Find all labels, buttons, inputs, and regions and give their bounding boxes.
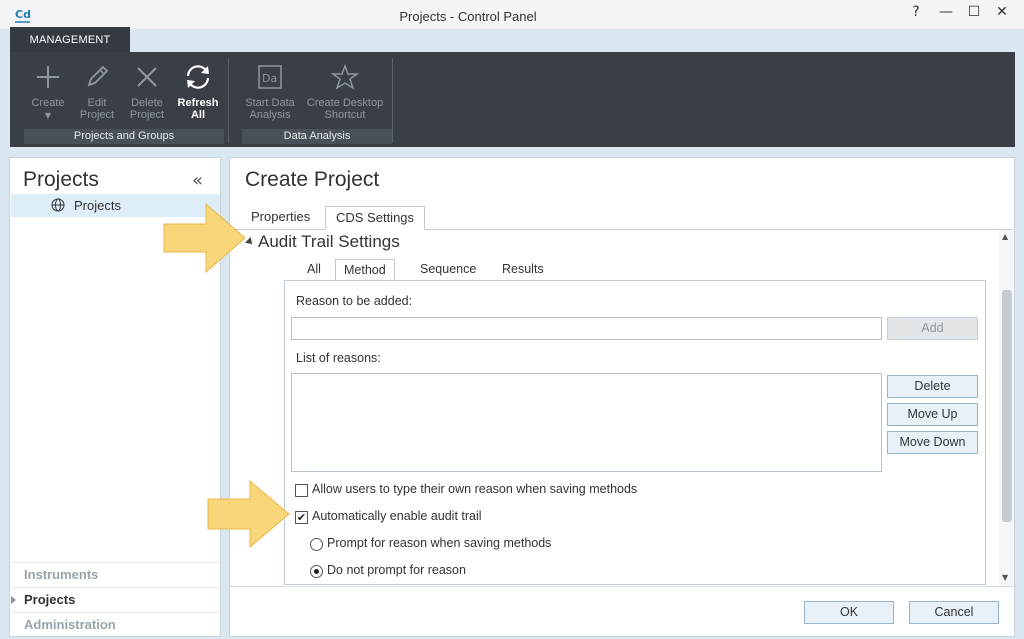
reason-input[interactable] <box>291 317 882 340</box>
content-area: Audit Trail Settings All Method Sequence… <box>230 230 1014 586</box>
group-label-projects: Projects and Groups <box>24 129 224 144</box>
list-label: List of reasons: <box>296 351 381 365</box>
reason-label: Reason to be added: <box>296 294 413 308</box>
nav-item-instruments[interactable]: Instruments <box>11 562 220 587</box>
move-up-button[interactable]: Move Up <box>887 403 978 426</box>
plus-icon <box>24 62 72 92</box>
shortcut-label-1: Create Desktop <box>306 97 384 109</box>
add-button[interactable]: Add <box>887 317 978 340</box>
globe-icon <box>51 198 65 217</box>
create-button[interactable]: Create ▼ <box>24 62 72 122</box>
tab-properties[interactable]: Properties <box>241 206 320 230</box>
help-button[interactable]: ? <box>903 4 929 24</box>
subtab-all[interactable]: All <box>299 259 329 281</box>
tab-cds-settings[interactable]: CDS Settings <box>325 206 426 230</box>
main-pane: Create Project Properties CDS Settings A… <box>229 157 1015 637</box>
cancel-button[interactable]: Cancel <box>909 601 999 624</box>
nav-item-projects[interactable]: Projects <box>11 587 220 612</box>
ribbon-separator <box>392 58 393 143</box>
start-label-2: Analysis <box>249 109 291 121</box>
delete-project-button[interactable]: Delete Project <box>123 62 171 121</box>
auto-enable-label: Automatically enable audit trail <box>312 509 482 523</box>
scroll-thumb[interactable] <box>1002 290 1012 522</box>
ribbon-tab-management[interactable]: MANAGEMENT <box>10 27 130 54</box>
selected-marker-icon <box>11 596 16 604</box>
pencil-icon <box>73 62 121 92</box>
no-prompt-radio[interactable] <box>310 565 323 578</box>
scroll-up-icon[interactable]: ▲ <box>1002 232 1008 241</box>
start-data-analysis-button[interactable]: Da Start Data Analysis <box>242 62 298 121</box>
svg-text:Da: Da <box>262 72 277 85</box>
vertical-scrollbar[interactable]: ▲ ▼ <box>999 230 1014 586</box>
footer-divider <box>230 586 1014 587</box>
edit-label-1: Edit <box>87 97 107 109</box>
nav-item-administration[interactable]: Administration <box>11 612 220 637</box>
ribbon: Create ▼ Edit Project Delete Project Ref… <box>10 52 1015 147</box>
window-title: Projects - Control Panel <box>399 9 537 24</box>
scroll-down-icon[interactable]: ▼ <box>1002 573 1008 582</box>
allow-own-reason-checkbox[interactable] <box>295 484 308 497</box>
page-title: Create Project <box>245 168 380 191</box>
shortcut-label-2: Shortcut <box>324 109 366 121</box>
radio-dot <box>314 569 319 574</box>
star-icon <box>304 62 386 92</box>
collapse-icon[interactable]: « <box>192 170 203 191</box>
start-label-1: Start Data <box>245 97 295 109</box>
section-title-audit-trail: Audit Trail Settings <box>258 232 400 251</box>
left-pane-title: Projects <box>23 168 99 191</box>
edit-label-2: Project <box>79 109 115 121</box>
callout-arrow-icon <box>207 479 290 549</box>
tree-item-label: Projects <box>74 198 121 213</box>
group-label-data-analysis: Data Analysis <box>242 129 392 144</box>
close-button[interactable]: ✕ <box>989 4 1015 24</box>
x-icon <box>123 62 171 92</box>
title-bar: Cd Projects - Control Panel ? — ☐ ✕ <box>0 0 1024 30</box>
no-prompt-radio-label: Do not prompt for reason <box>327 563 466 577</box>
edit-project-button[interactable]: Edit Project <box>73 62 121 121</box>
reasons-list[interactable] <box>291 373 882 472</box>
create-label: Create <box>31 97 65 109</box>
nav-item-projects-label: Projects <box>24 592 76 607</box>
callout-arrow-icon <box>163 202 246 274</box>
method-settings-box: Reason to be added: Add List of reasons:… <box>284 280 986 585</box>
subtab-results[interactable]: Results <box>494 259 552 281</box>
subtab-sequence[interactable]: Sequence <box>412 259 484 281</box>
refresh-all-button[interactable]: Refresh All <box>174 62 222 121</box>
prompt-radio[interactable] <box>310 538 323 551</box>
ok-button[interactable]: OK <box>804 601 894 624</box>
chevron-down-icon: ▼ <box>44 111 52 120</box>
ribbon-separator <box>228 58 229 143</box>
minimize-button[interactable]: — <box>933 4 959 24</box>
refresh-label-2: All <box>190 109 206 121</box>
maximize-button[interactable]: ☐ <box>961 4 987 24</box>
allow-own-reason-label: Allow users to type their own reason whe… <box>312 482 638 496</box>
delete-label-1: Delete <box>131 97 163 109</box>
delete-button[interactable]: Delete <box>887 375 978 398</box>
data-analysis-icon: Da <box>242 62 298 92</box>
subtab-method[interactable]: Method <box>335 259 395 281</box>
create-desktop-shortcut-button[interactable]: Create Desktop Shortcut <box>304 62 386 121</box>
auto-enable-checkbox[interactable]: ✔ <box>295 511 308 524</box>
refresh-icon <box>174 62 222 92</box>
prompt-radio-label: Prompt for reason when saving methods <box>327 536 552 550</box>
nav-list: Instruments Projects Administration <box>11 562 220 637</box>
move-down-button[interactable]: Move Down <box>887 431 978 454</box>
delete-label-2: Project <box>129 109 165 121</box>
refresh-label-1: Refresh <box>177 97 219 109</box>
